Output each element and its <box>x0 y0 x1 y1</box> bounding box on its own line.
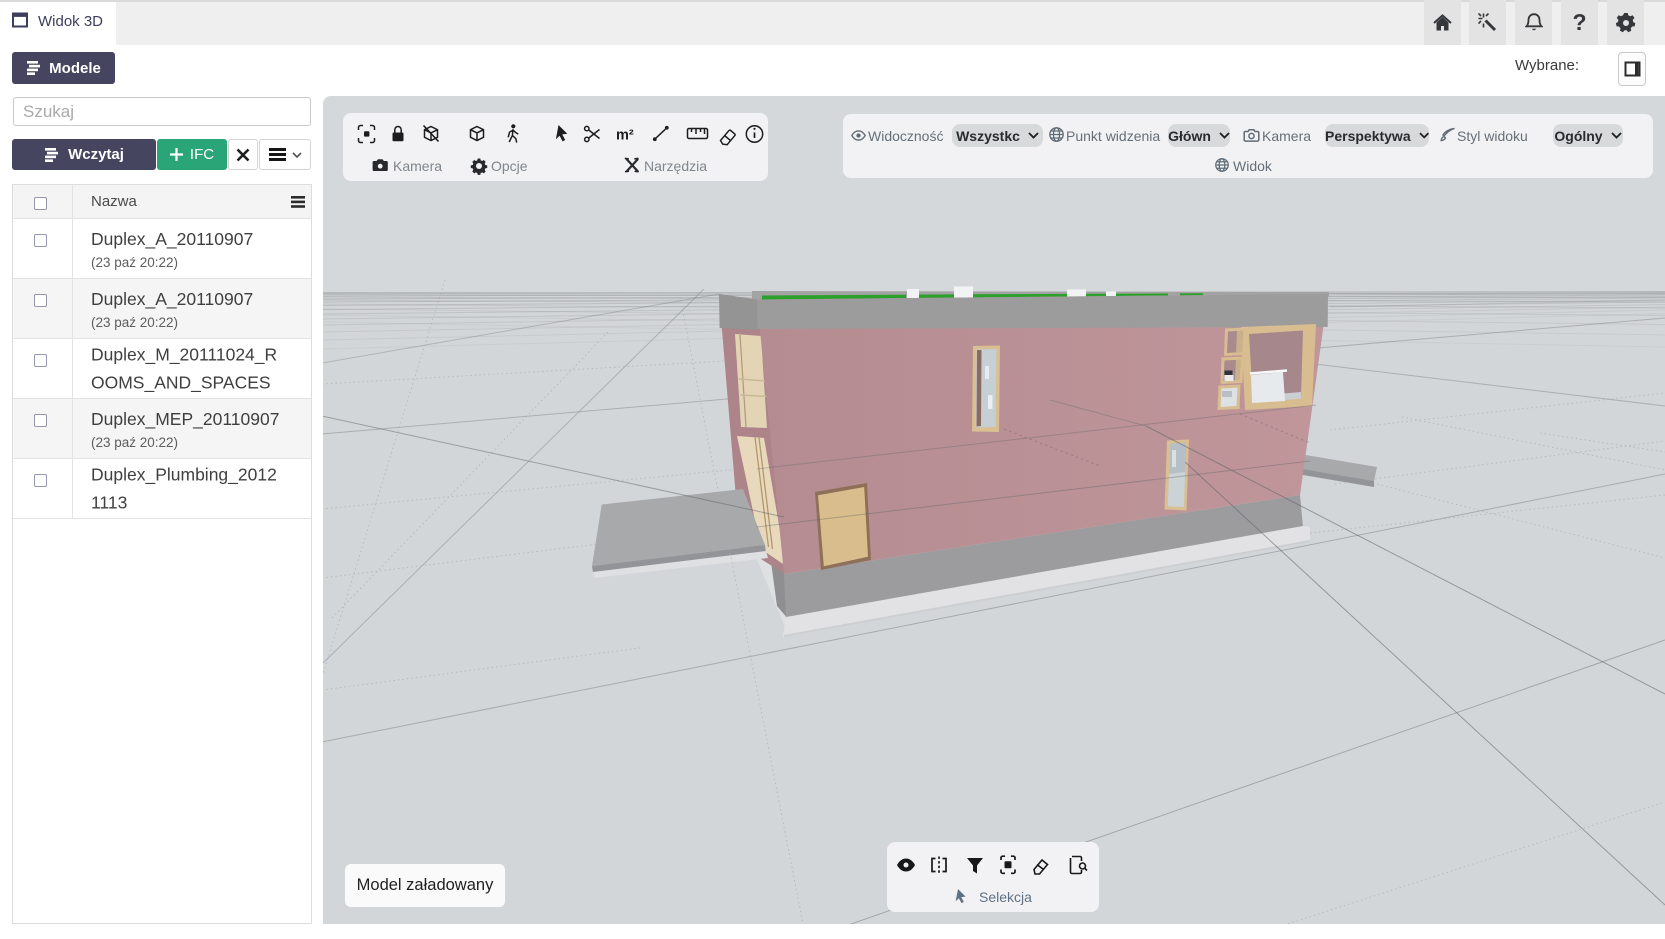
svg-text:m²: m² <box>616 128 634 144</box>
svg-text:Kamera: Kamera <box>393 158 442 174</box>
svg-text:Narzędzia: Narzędzia <box>644 158 707 174</box>
svg-text:Selekcja: Selekcja <box>979 889 1032 905</box>
svg-text:Opcje: Opcje <box>491 158 528 174</box>
